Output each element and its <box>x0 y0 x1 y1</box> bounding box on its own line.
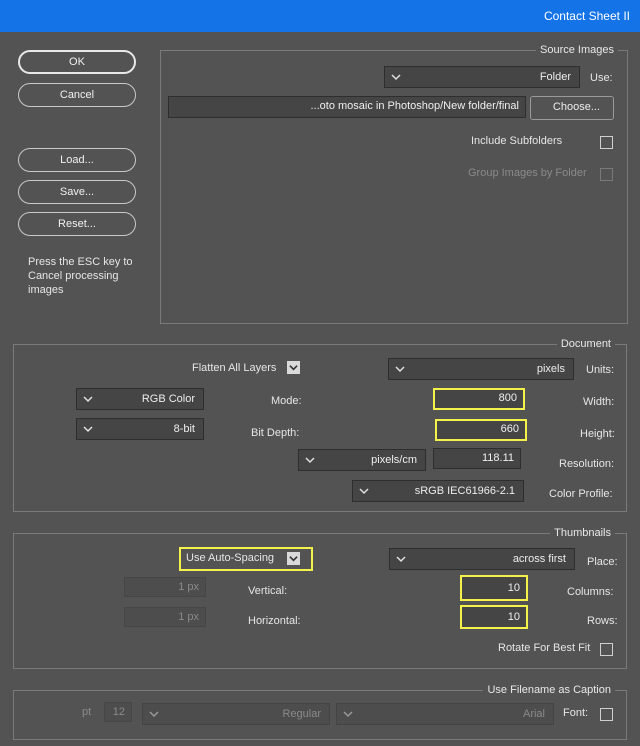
ok-button[interactable]: OK <box>18 50 136 74</box>
place-select[interactable]: across first <box>389 548 575 570</box>
units-label: Units: <box>586 364 615 376</box>
auto-spacing-checkbox[interactable] <box>287 552 300 565</box>
font-size-unit: pt <box>82 706 92 718</box>
checkmark-icon <box>289 556 298 562</box>
color-profile-label: Color Profile: <box>549 488 613 500</box>
chevron-down-icon <box>343 711 353 718</box>
rotate-checkbox[interactable] <box>600 643 613 656</box>
rows-label: Rows: <box>587 615 618 627</box>
group-by-folder-label: Group Images by Folder <box>468 167 587 179</box>
chevron-down-icon <box>391 74 401 81</box>
save-button[interactable]: Save... <box>18 180 136 204</box>
rotate-label: Rotate For Best Fit <box>498 642 591 654</box>
vertical-field[interactable]: 1 px <box>124 577 206 597</box>
font-style-select[interactable]: Regular <box>142 703 330 725</box>
use-select[interactable]: Folder <box>384 66 580 88</box>
chevron-down-icon <box>149 711 159 718</box>
esc-note: Press the ESC key to Cancel processing i… <box>28 256 133 296</box>
height-label: Height: <box>580 428 615 440</box>
width-field[interactable]: 800 <box>433 388 525 410</box>
include-subfolders-label: Include Subfolders <box>471 135 563 147</box>
columns-label: Columns: <box>567 586 614 598</box>
include-subfolders-checkbox[interactable] <box>600 136 613 149</box>
load-button[interactable]: Load... <box>18 148 136 172</box>
chevron-down-icon <box>83 426 93 433</box>
flatten-label: Flatten All Layers <box>192 362 277 374</box>
window-title: Contact Sheet II <box>543 9 630 23</box>
resolution-field[interactable]: 118.11 <box>433 448 521 469</box>
chevron-down-icon <box>359 488 369 495</box>
flatten-checkbox[interactable] <box>287 361 300 374</box>
vertical-label: Vertical: <box>248 585 288 597</box>
horizontal-field[interactable]: 1 px <box>124 607 206 627</box>
thumbnails-legend: Thumbnails <box>550 527 615 539</box>
group-by-folder-checkbox[interactable] <box>600 168 613 181</box>
use-label: Use: <box>590 72 613 84</box>
font-label: Font: <box>563 707 589 719</box>
choose-button[interactable]: Choose... <box>530 96 614 120</box>
color-profile-select[interactable]: sRGB IEC61966-2.1 <box>352 480 524 502</box>
units-select[interactable]: pixels <box>388 358 574 380</box>
font-size-field[interactable]: 12 <box>104 702 132 722</box>
auto-spacing-label: Use Auto-Spacing <box>186 552 275 564</box>
mode-label: Mode: <box>271 395 302 407</box>
resolution-unit-select[interactable]: pixels/cm <box>298 449 426 471</box>
chevron-down-icon <box>83 396 93 403</box>
horizontal-label: Horizontal: <box>248 615 301 627</box>
resolution-label: Resolution: <box>559 458 615 470</box>
place-label: Place: <box>587 556 618 568</box>
source-images-legend: Source Images <box>536 44 618 56</box>
title-bar: Contact Sheet II <box>0 0 640 32</box>
columns-field[interactable]: 10 <box>460 575 528 601</box>
bit-depth-label: Bit Depth: <box>251 427 300 439</box>
caption-legend: Use Filename as Caption <box>483 684 615 696</box>
rows-field[interactable]: 10 <box>460 605 528 629</box>
mode-select[interactable]: RGB Color <box>76 388 204 410</box>
height-field[interactable]: 660 <box>435 419 527 441</box>
chevron-down-icon <box>395 366 405 373</box>
chevron-down-icon <box>396 556 406 563</box>
source-path-field[interactable]: ...oto mosaic in Photoshop/New folder/fi… <box>168 96 526 118</box>
source-images-group <box>160 50 628 324</box>
chevron-down-icon <box>305 457 315 464</box>
document-legend: Document <box>556 338 615 350</box>
cancel-button[interactable]: Cancel <box>18 83 136 107</box>
caption-checkbox[interactable] <box>600 708 613 721</box>
reset-button[interactable]: Reset... <box>18 212 136 236</box>
font-select[interactable]: Arial <box>336 703 554 725</box>
checkmark-icon <box>289 365 298 371</box>
bit-depth-select[interactable]: 8-bit <box>76 418 204 440</box>
width-label: Width: <box>583 396 615 408</box>
